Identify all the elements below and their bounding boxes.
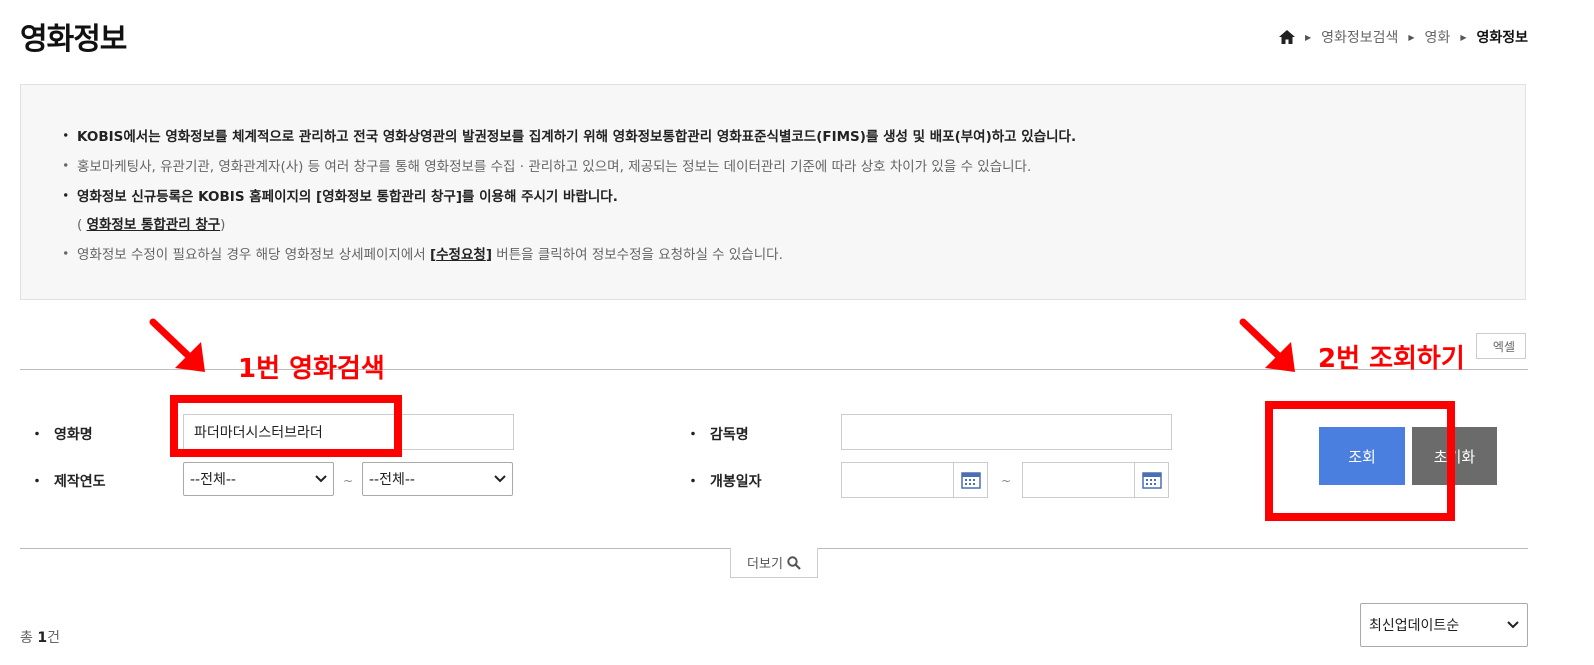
page-title: 영화정보 xyxy=(20,22,127,57)
excel-download-button[interactable]: 엑셀 xyxy=(1476,333,1526,359)
search-icon xyxy=(787,555,801,570)
breadcrumb: ▶ 영화정보검색 ▶ 영화 ▶ 영화정보 xyxy=(1278,27,1528,47)
release-to-calendar-button[interactable] xyxy=(1135,462,1169,498)
total-count: 총 1건 xyxy=(20,630,60,646)
breadcrumb-separator-icon: ▶ xyxy=(1460,32,1467,42)
release-date-from-input[interactable] xyxy=(841,462,954,498)
calendar-icon xyxy=(960,472,981,489)
release-date-to-input[interactable] xyxy=(1022,462,1135,498)
integrated-management-link[interactable]: 영화정보 통합관리 창구 xyxy=(87,217,221,233)
annotation-box-title-input xyxy=(170,395,402,457)
info-line-collection: ・ 홍보마케팅사, 유관기관, 영화관계자(사) 등 여러 창구를 통해 영화정보… xyxy=(59,158,1032,175)
annotation-box-search-button xyxy=(1265,401,1455,521)
release-date-label: ・ 개봉일자 xyxy=(686,474,762,490)
release-from-calendar-button[interactable] xyxy=(954,462,988,498)
breadcrumb-separator-icon: ▶ xyxy=(1408,32,1415,42)
calendar-icon xyxy=(1141,472,1162,489)
production-year-label: ・ 제작연도 xyxy=(30,474,106,490)
production-year-from-select[interactable]: --전체-- xyxy=(183,462,334,496)
release-range-tilde: ~ xyxy=(1001,474,1012,488)
year-range-tilde: ~ xyxy=(343,474,354,488)
chevron-down-icon xyxy=(315,475,327,483)
breadcrumb-item-movie[interactable]: 영화 xyxy=(1425,27,1451,47)
edit-request-link[interactable]: 수정요청 xyxy=(436,247,486,263)
chevron-down-icon xyxy=(1507,621,1519,629)
director-label: ・ 감독명 xyxy=(686,427,749,443)
info-line-fims: ・ KOBIS에서는 영화정보를 체계적으로 관리하고 전국 영화상영관의 발권정… xyxy=(59,128,1077,145)
director-input[interactable] xyxy=(841,414,1172,450)
breadcrumb-separator-icon: ▶ xyxy=(1304,32,1312,42)
home-icon[interactable] xyxy=(1278,30,1295,44)
chevron-down-icon xyxy=(494,475,506,483)
sort-order-select[interactable]: 최신업데이트순 xyxy=(1360,603,1528,647)
breadcrumb-item-current: 영화정보 xyxy=(1476,30,1528,46)
info-box: ・ KOBIS에서는 영화정보를 체계적으로 관리하고 전국 영화상영관의 발권정… xyxy=(20,84,1526,300)
info-line-link: ( 영화정보 통합관리 창구) xyxy=(77,217,226,233)
annotation-arrow-2-icon xyxy=(1239,318,1295,372)
annotation-step1-label: 1번 영화검색 xyxy=(238,354,385,384)
movie-title-label: ・ 영화명 xyxy=(30,427,93,443)
info-line-edit-request: ・ 영화정보 수정이 필요하실 경우 해당 영화정보 상세페이지에서 [수정요청]… xyxy=(59,246,783,263)
annotation-step2-label: 2번 조회하기 xyxy=(1318,344,1465,374)
info-line-registration: ・ 영화정보 신규등록은 KOBIS 홈페이지의 [영화정보 통합관리 창구]를 … xyxy=(59,188,618,205)
production-year-to-select[interactable]: --전체-- xyxy=(362,462,513,496)
breadcrumb-item-search[interactable]: 영화정보검색 xyxy=(1321,27,1398,47)
more-options-button[interactable]: 더보기 xyxy=(730,548,818,578)
annotation-arrow-1-icon xyxy=(149,318,205,372)
